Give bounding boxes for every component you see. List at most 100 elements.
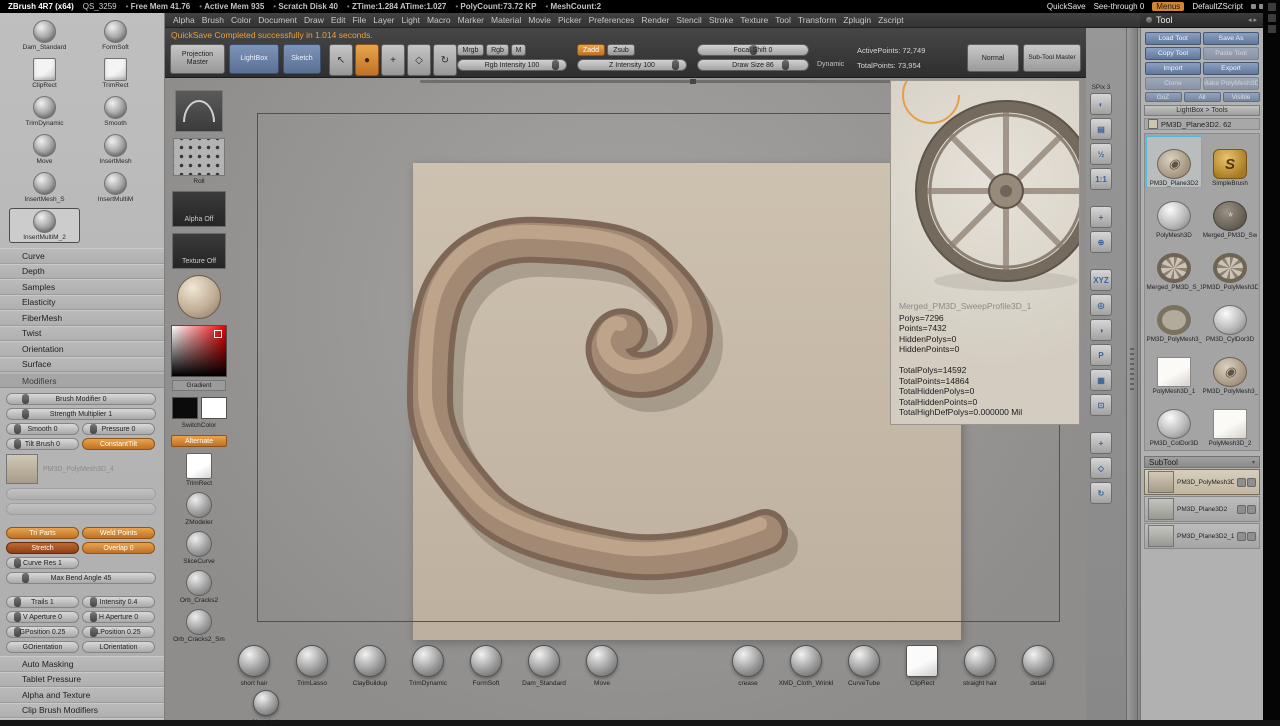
palette-circle-icon[interactable] <box>1146 17 1152 23</box>
slider-handle[interactable] <box>90 612 98 622</box>
brush-item[interactable]: ClipRect <box>9 56 80 91</box>
tool-panel-small-button[interactable]: All <box>1183 92 1221 102</box>
palette-arrows-icon[interactable] <box>1248 16 1257 24</box>
slider-handle[interactable] <box>14 558 22 568</box>
quicksave-button[interactable]: QuickSave <box>1047 2 1086 11</box>
recent-tool-item[interactable]: PolyMesh3D <box>1146 188 1202 240</box>
menu-item[interactable]: Preferences <box>586 14 638 26</box>
visibility-icon[interactable] <box>1237 477 1246 487</box>
zadd-button[interactable]: Zadd <box>577 44 605 56</box>
recent-tool-item[interactable]: S SimpleBrush <box>1202 136 1258 188</box>
brush-item[interactable]: FormSoft <box>80 18 151 53</box>
see-through-slider[interactable]: See-through 0 <box>1094 2 1145 11</box>
brush-item[interactable]: InsertMultiM <box>80 170 151 205</box>
slider-handle[interactable] <box>21 394 29 404</box>
brush-modifier-control[interactable]: GOrientation <box>6 641 79 653</box>
brush-modifier-control[interactable]: H Aperture 0 <box>82 611 155 623</box>
tray-brush[interactable]: detail <box>1009 645 1067 687</box>
menu-item[interactable]: Macro <box>424 14 454 26</box>
brush-item[interactable]: TrimDynamic <box>9 94 80 129</box>
local-icon[interactable]: ◎ <box>1090 294 1112 316</box>
PM3D_Plane3D2_1[interactable]: PM3D_Plane3D2_1 <box>1144 523 1260 549</box>
brush-item[interactable]: Move <box>9 132 80 167</box>
tool-panel-button[interactable]: Clone <box>1145 77 1201 90</box>
tray-brush[interactable]: ClipRect <box>893 645 951 687</box>
persp-icon[interactable]: P <box>1090 344 1112 366</box>
brush-item[interactable]: InsertMesh_S <box>9 170 80 205</box>
brush-item[interactable]: Dam_Standard <box>9 18 80 53</box>
brush-modifier-control[interactable]: GPosition 0.25 <box>6 626 79 638</box>
tray-brush[interactable]: Dam_Standard <box>515 645 573 687</box>
brush-modifier-control[interactable]: Pressure 0 <box>82 423 155 435</box>
menu-item[interactable]: Alpha <box>170 14 198 26</box>
tool-panel-small-button[interactable]: Visible <box>1222 92 1260 102</box>
brush-modifier-control[interactable]: Stretch <box>6 542 79 554</box>
slider-handle[interactable] <box>14 597 22 607</box>
brush-modifier-control[interactable]: LPosition 0.25 <box>82 626 155 638</box>
stroke-selector[interactable] <box>175 90 223 132</box>
focal-shift-slider[interactable]: Focal Shift 0 <box>697 44 809 56</box>
brush-modifier-control[interactable]: Brush Modifier 0 <box>6 393 156 405</box>
slider-handle[interactable] <box>90 597 98 607</box>
render-pass-icon[interactable]: ▤ <box>1090 118 1112 140</box>
tray-brush[interactable]: straight hair <box>951 645 1009 687</box>
recent-tool-item[interactable]: PM3D_ColDor3D <box>1146 396 1202 448</box>
quick-brush-item[interactable]: SliceCurve <box>183 531 215 565</box>
tray-brush[interactable]: Move <box>573 645 631 687</box>
draw-mode-button[interactable]: ● <box>355 44 379 76</box>
menu-item[interactable]: Transform <box>795 14 839 26</box>
slider-handle[interactable] <box>21 409 29 419</box>
sculpt-canvas[interactable]: Merged_PM3D_SweepProfile3D_1 Polys=7296 P… <box>165 78 1086 726</box>
tool-panel-button[interactable]: Copy Tool <box>1145 47 1201 60</box>
PM3D_Plane3D2[interactable]: PM3D_Plane3D2 <box>1144 496 1260 522</box>
brush-palette-section[interactable]: Elasticity <box>0 294 164 310</box>
active-tool-row[interactable]: PM3D_Plane3D2. 62 <box>1144 118 1260 130</box>
brush-palette-section[interactable]: Twist <box>0 325 164 341</box>
alternate-button[interactable]: Alternate <box>171 435 227 447</box>
rgb-button[interactable]: Rgb <box>486 44 509 56</box>
lightbox-button[interactable]: LightBox <box>229 44 279 74</box>
color-picker[interactable] <box>171 325 227 377</box>
window-control-icon[interactable] <box>1251 4 1256 9</box>
move-gizmo-icon[interactable]: + <box>1090 432 1112 454</box>
menu-item[interactable]: Document <box>255 14 300 26</box>
brush-item[interactable]: TrimRect <box>80 56 151 91</box>
rotate-mode-button[interactable]: ↻ <box>433 44 457 76</box>
visibility-icon[interactable] <box>1237 504 1246 514</box>
recent-tool-item[interactable]: PM3D_CylDor3D <box>1202 292 1258 344</box>
menu-item[interactable]: Stroke <box>706 14 737 26</box>
slider-handle[interactable] <box>14 424 22 434</box>
tray-brush[interactable]: crease <box>719 645 777 687</box>
scroll-icon[interactable]: + <box>1090 206 1112 228</box>
mrgb-button[interactable]: Mrgb <box>457 44 484 56</box>
zoom-icon[interactable]: ⊕ <box>1090 231 1112 253</box>
menu-item[interactable]: Render <box>638 14 672 26</box>
dynamic-toggle[interactable]: Dynamic <box>817 61 844 68</box>
recent-tool-item[interactable]: * Merged_PM3D_Sw <box>1202 188 1258 240</box>
draw-size-slider[interactable]: Draw Size 86 <box>697 59 809 71</box>
slider-handle[interactable] <box>781 60 789 70</box>
menu-item[interactable]: Zplugin <box>840 14 874 26</box>
normal-button[interactable]: Normal <box>967 44 1019 72</box>
xyz-gizmo-icon[interactable]: XYZ <box>1090 269 1112 291</box>
tray-brush[interactable]: frizzy hair <box>237 690 295 726</box>
texture-selector[interactable]: Texture Off <box>172 233 226 269</box>
material-selector[interactable] <box>177 275 221 319</box>
slider-handle[interactable] <box>21 573 29 583</box>
tray-brush[interactable]: short hair <box>225 645 283 687</box>
recent-tool-item[interactable]: ◉ PM3D_PolyMesh3_2 <box>1202 344 1258 396</box>
brush-modifier-control[interactable]: Smooth 0 <box>6 423 79 435</box>
z-intensity-slider[interactable]: Z Intensity 100 <box>577 59 687 71</box>
tool-panel-button[interactable]: Paste Tool <box>1203 47 1259 60</box>
menu-item[interactable]: Color <box>228 14 254 26</box>
quick-brush-item[interactable]: TrimRect <box>186 453 212 487</box>
subtool-master-button[interactable]: Sub-Tool Master <box>1023 44 1081 72</box>
menu-item[interactable]: Stencil <box>673 14 705 26</box>
slider-handle[interactable] <box>90 424 98 434</box>
brush-modifier-control[interactable]: Curve Res 1 <box>6 557 79 569</box>
tray-brush[interactable]: TrimLasso <box>283 645 341 687</box>
recent-tool-item[interactable]: Merged_PM3D_S_1 <box>1146 240 1202 292</box>
stroke-dots-selector[interactable] <box>173 138 225 176</box>
tool-panel-button[interactable]: Import <box>1145 62 1201 75</box>
brush-palette-section[interactable]: Tablet Pressure <box>0 671 164 687</box>
